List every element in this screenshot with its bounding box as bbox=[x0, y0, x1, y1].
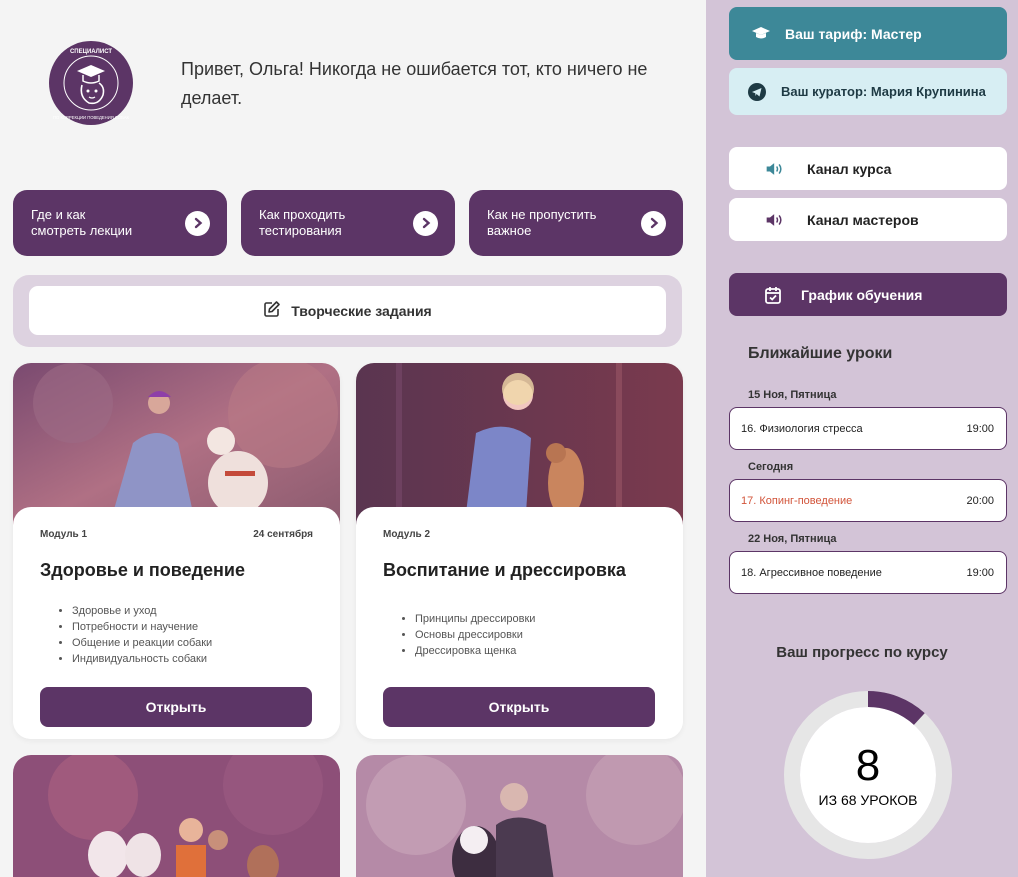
sidebar: Ваш тариф: Мастер Ваш куратор: Мария Кру… bbox=[706, 0, 1018, 877]
module-photo bbox=[356, 755, 683, 877]
lesson-item[interactable]: 18. Агрессивное поведение 19:00 bbox=[729, 551, 1007, 594]
course-channel-button[interactable]: Канал курса bbox=[729, 147, 1007, 190]
lesson-time: 20:00 bbox=[966, 494, 994, 507]
day-label: 22 Ноя, Пятница bbox=[748, 533, 837, 545]
module-number: Модуль 1 bbox=[40, 529, 88, 540]
module-topics: Принципы дрессировки Основы дрессировки … bbox=[383, 611, 656, 659]
info-button-label: Где и как смотреть лекции bbox=[31, 207, 133, 238]
schedule-label: График обучения bbox=[801, 286, 923, 303]
svg-text:СПЕЦИАЛИСТ: СПЕЦИАЛИСТ bbox=[70, 49, 112, 55]
module-card-2: Модуль 2 Воспитание и дрессировка Принци… bbox=[356, 363, 683, 739]
main-content: СПЕЦИАЛИСТ ПО КОРРЕКЦИИ ПОВЕДЕНИЯ СОБАК … bbox=[0, 0, 706, 877]
list-item: Потребности и научение bbox=[72, 619, 313, 635]
curator-button[interactable]: Ваш куратор: Мария Крупинина bbox=[729, 68, 1007, 115]
telegram-icon bbox=[747, 82, 767, 102]
chevron-right-icon bbox=[641, 210, 666, 236]
list-item: Принципы дрессировки bbox=[415, 611, 656, 627]
list-item: Дрессировка щенка bbox=[415, 643, 656, 659]
lesson-item[interactable]: 16. Физиология стресса 19:00 bbox=[729, 407, 1007, 450]
lesson-name: 18. Агрессивное поведение bbox=[741, 566, 882, 579]
edit-icon bbox=[263, 300, 281, 321]
open-module-button[interactable]: Открыть bbox=[383, 687, 655, 727]
tariff-label: Ваш тариф: Мастер bbox=[785, 25, 922, 42]
chevron-right-icon bbox=[185, 210, 210, 236]
info-button-label: Как проходить тестирования bbox=[259, 207, 346, 238]
progress-value: 8 bbox=[855, 741, 881, 790]
lesson-time: 19:00 bbox=[966, 566, 994, 579]
how-to-pass-tests-button[interactable]: Как проходить тестирования bbox=[241, 190, 455, 256]
tariff-button[interactable]: Ваш тариф: Мастер bbox=[729, 7, 1007, 60]
lesson-item-today[interactable]: 17. Копинг-поведение 20:00 bbox=[729, 479, 1007, 522]
schedule-button[interactable]: График обучения bbox=[729, 273, 1007, 316]
module-info: Модуль 1 24 сентября Здоровье и поведени… bbox=[13, 507, 340, 739]
module-card-3 bbox=[13, 755, 340, 877]
module-info: Модуль 2 Воспитание и дрессировка Принци… bbox=[356, 507, 683, 739]
list-item: Здоровье и уход bbox=[72, 603, 313, 619]
how-to-watch-lectures-button[interactable]: Где и как смотреть лекции bbox=[13, 190, 227, 256]
module-date: 24 сентября bbox=[253, 529, 313, 540]
course-channel-label: Канал курса bbox=[807, 160, 892, 177]
masters-channel-label: Канал мастеров bbox=[807, 211, 919, 228]
creative-tasks-panel: Творческие задания bbox=[13, 275, 682, 347]
logo-emblem-icon: СПЕЦИАЛИСТ ПО КОРРЕКЦИИ ПОВЕДЕНИЯ СОБАК bbox=[50, 42, 132, 124]
progress-title: Ваш прогресс по курсу bbox=[776, 644, 948, 661]
lesson-name: 17. Копинг-поведение bbox=[741, 494, 853, 507]
calendar-check-icon bbox=[763, 285, 783, 305]
graduation-cap-icon bbox=[751, 24, 771, 44]
speaker-icon bbox=[763, 210, 787, 230]
greeting-text: Привет, Ольга! Никогда не ошибается тот,… bbox=[181, 59, 648, 108]
module-card-1: Модуль 1 24 сентября Здоровье и поведени… bbox=[13, 363, 340, 739]
module-photo bbox=[13, 755, 340, 877]
masters-channel-button[interactable]: Канал мастеров bbox=[729, 198, 1007, 241]
creative-tasks-label: Творческие задания bbox=[291, 302, 432, 319]
module-topics: Здоровье и уход Потребности и научение О… bbox=[40, 603, 313, 667]
list-item: Общение и реакции собаки bbox=[72, 635, 313, 651]
module-number: Модуль 2 bbox=[383, 529, 431, 540]
how-not-to-miss-button[interactable]: Как не пропустить важное bbox=[469, 190, 683, 256]
module-title: Здоровье и поведение bbox=[40, 560, 245, 580]
module-card-4 bbox=[356, 755, 683, 877]
open-module-button[interactable]: Открыть bbox=[40, 687, 312, 727]
creative-tasks-button[interactable]: Творческие задания bbox=[29, 286, 666, 335]
svg-text:ПО КОРРЕКЦИИ ПОВЕДЕНИЯ СОБАК: ПО КОРРЕКЦИИ ПОВЕДЕНИЯ СОБАК bbox=[53, 115, 130, 120]
day-label: Сегодня bbox=[748, 461, 794, 473]
module-title: Воспитание и дрессировка bbox=[383, 560, 626, 580]
list-item: Индивидуальность собаки bbox=[72, 651, 313, 667]
curator-label: Ваш куратор: Мария Крупинина bbox=[781, 84, 986, 99]
info-button-label: Как не пропустить важное bbox=[487, 207, 597, 238]
speaker-icon bbox=[763, 159, 787, 179]
lesson-time: 19:00 bbox=[966, 422, 994, 435]
chevron-right-icon bbox=[413, 210, 438, 236]
course-logo: СПЕЦИАЛИСТ ПО КОРРЕКЦИИ ПОВЕДЕНИЯ СОБАК bbox=[49, 41, 133, 125]
day-label: 15 Ноя, Пятница bbox=[748, 389, 837, 401]
list-item: Основы дрессировки bbox=[415, 627, 656, 643]
lesson-name: 16. Физиология стресса bbox=[741, 422, 863, 435]
upcoming-lessons-title: Ближайшие уроки bbox=[748, 345, 893, 362]
progress-subtitle: ИЗ 68 УРОКОВ bbox=[818, 792, 918, 808]
